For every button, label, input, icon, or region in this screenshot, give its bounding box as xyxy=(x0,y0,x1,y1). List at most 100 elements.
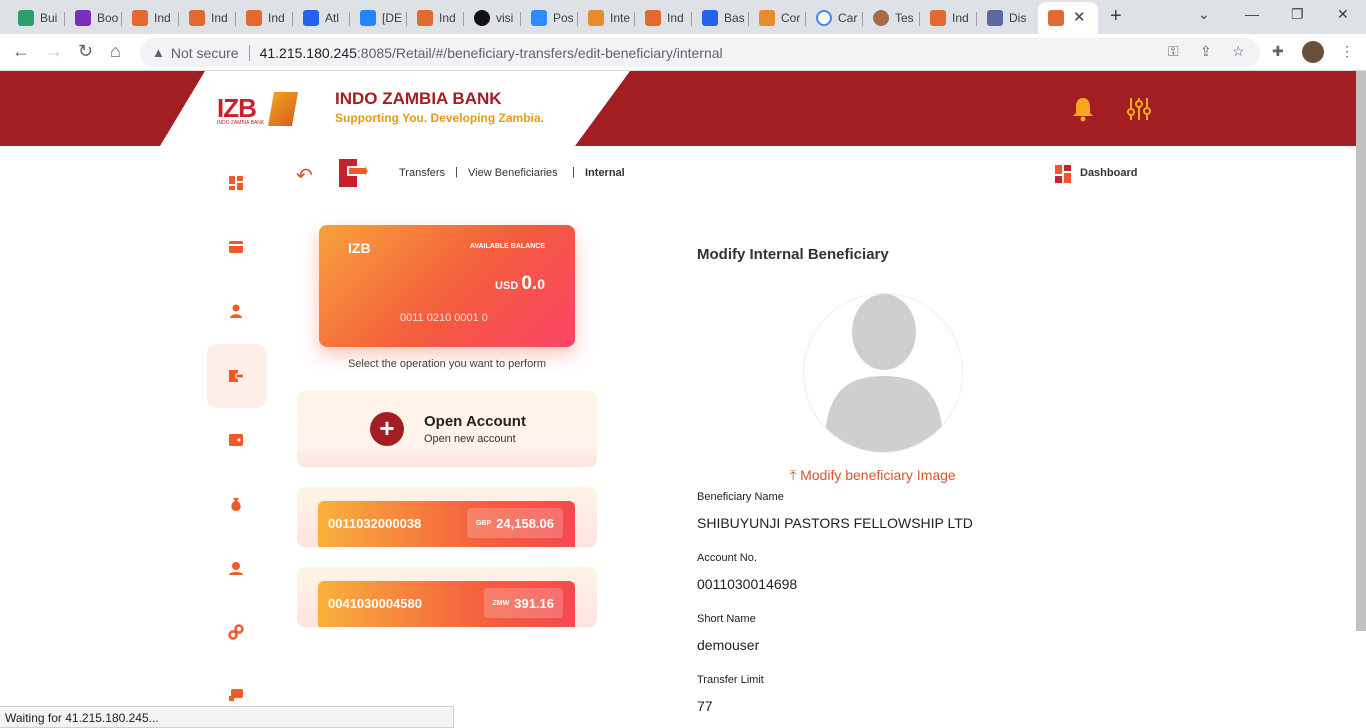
modify-image-link[interactable]: ⤒ Modify beneficiary Image xyxy=(790,467,956,484)
tab-search-icon[interactable]: ⌄ xyxy=(1198,6,1210,23)
user-silhouette-icon xyxy=(824,294,944,452)
tab-favicon-icon xyxy=(645,10,661,26)
tab-favicon-icon xyxy=(189,10,205,26)
browser-tab[interactable]: Ind xyxy=(920,4,977,32)
settings-sliders-icon[interactable] xyxy=(1127,96,1151,122)
star-icon[interactable]: ☆ xyxy=(1232,43,1245,60)
transfer-limit-value: 77 xyxy=(697,698,713,714)
close-window-icon[interactable]: ✕ xyxy=(1337,6,1349,23)
forward-arrow-icon[interactable]: → xyxy=(45,41,63,62)
restore-icon[interactable]: ❐ xyxy=(1291,6,1304,23)
money-bag-icon[interactable] xyxy=(228,496,244,512)
browser-tab[interactable]: Bui xyxy=(8,4,65,32)
browser-tab[interactable]: visi xyxy=(464,4,521,32)
profile-avatar[interactable] xyxy=(1302,41,1324,63)
bank-name: INDO ZAMBIA BANK xyxy=(335,89,502,108)
transfers-section-icon xyxy=(339,159,370,187)
browser-tab[interactable]: Dis xyxy=(977,4,1034,32)
browser-tab[interactable]: Ind xyxy=(635,4,692,32)
user-icon[interactable] xyxy=(228,303,244,319)
url-path: :8085/Retail/#/beneficiary-transfers/edi… xyxy=(356,44,723,61)
back-arrow-icon[interactable]: ← xyxy=(12,41,30,62)
page-scrollbar[interactable] xyxy=(1356,71,1366,631)
browser-tab[interactable]: Ind xyxy=(122,4,179,32)
chat-icon[interactable] xyxy=(228,688,244,704)
bank-tagline: Supporting You. Developing Zambia. xyxy=(335,111,544,125)
short-name-value: demouser xyxy=(697,637,760,653)
shield-icon xyxy=(987,10,1003,26)
github-icon xyxy=(474,10,490,26)
balance-decimal: 0 xyxy=(537,276,545,292)
extensions-icon[interactable]: ✚ xyxy=(1272,43,1284,60)
browser-tab-strip: Bui Boo Ind Ind Ind Atl [DE Ind visi Pos… xyxy=(0,0,1366,34)
account-amount: 391.16 xyxy=(514,595,554,611)
account-no-value: 0011030014698 xyxy=(697,576,798,592)
minimize-icon[interactable]: — xyxy=(1245,6,1259,22)
balance-amount: 0. xyxy=(521,273,538,294)
browser-tab[interactable]: Bas xyxy=(692,4,749,32)
tab-favicon-icon xyxy=(18,10,34,26)
share-icon[interactable]: ⇪ xyxy=(1200,43,1212,60)
browser-tab[interactable]: Boo xyxy=(65,4,122,32)
tab-favicon-icon xyxy=(417,10,433,26)
available-balance-label: AVAILABLE BALANCE xyxy=(469,243,545,250)
home-icon[interactable]: ⌂ xyxy=(110,41,121,62)
wallet-icon[interactable] xyxy=(228,432,244,448)
card-balance: USD 0.0 xyxy=(495,273,545,295)
browser-tab-active[interactable] xyxy=(1038,2,1098,34)
browser-tab[interactable]: Ind xyxy=(407,4,464,32)
tab-favicon-icon xyxy=(759,10,775,26)
breadcrumb-view-beneficiaries[interactable]: View Beneficiaries xyxy=(468,167,558,179)
plus-icon: + xyxy=(370,412,404,446)
account-balance-pill: ZMW 391.16 xyxy=(483,588,563,618)
tab-favicon-icon xyxy=(246,10,262,26)
browser-tab[interactable]: Tes xyxy=(863,4,920,32)
reload-icon[interactable]: ↻ xyxy=(78,41,93,62)
tab-favicon-icon xyxy=(588,10,604,26)
card-account-number: 0011 0210 0001 0 xyxy=(400,312,488,324)
balance-card[interactable]: IZB AVAILABLE BALANCE USD 0.0 0011 0210 … xyxy=(319,225,575,347)
tab-favicon-icon xyxy=(1048,10,1064,26)
dashboard-link[interactable]: Dashboard xyxy=(1080,167,1137,179)
dashboard-icon[interactable] xyxy=(228,175,244,191)
breadcrumb-internal: Internal xyxy=(585,167,625,179)
beneficiary-avatar xyxy=(803,293,963,453)
modify-image-label: Modify beneficiary Image xyxy=(800,467,956,483)
breadcrumb-separator: | xyxy=(572,166,575,178)
open-account-title: Open Account xyxy=(424,413,526,430)
dashboard-link-icon[interactable] xyxy=(1055,165,1071,183)
browser-tab[interactable]: Car xyxy=(806,4,863,32)
card-icon[interactable] xyxy=(228,239,244,255)
account-tile[interactable]: 0011032000038 GBP 24,158.06 xyxy=(318,501,575,547)
browser-tab[interactable]: Ind xyxy=(236,4,293,32)
transfer-icon[interactable] xyxy=(228,368,244,384)
browser-tab[interactable]: Ind xyxy=(179,4,236,32)
back-icon[interactable]: ↶ xyxy=(296,163,313,188)
warning-icon: ▲ xyxy=(152,45,165,60)
close-tab-icon[interactable]: ✕ xyxy=(1073,8,1086,26)
account-tile[interactable]: 0041030004580 ZMW 391.16 xyxy=(318,581,575,627)
new-tab-icon[interactable]: + xyxy=(1110,5,1122,28)
tab-favicon-icon xyxy=(303,10,319,26)
browser-toolbar: ← → ↻ ⌂ ▲ Not secure 41.215.180.245:8085… xyxy=(0,34,1366,71)
bell-icon[interactable] xyxy=(1071,96,1095,122)
breadcrumb-transfers[interactable]: Transfers xyxy=(399,167,445,179)
link-icon[interactable] xyxy=(228,624,244,640)
browser-tab[interactable]: Pos xyxy=(521,4,578,32)
browser-tab[interactable]: [DE xyxy=(350,4,407,32)
browser-tab[interactable]: Cor xyxy=(749,4,806,32)
user-support-icon[interactable] xyxy=(228,560,244,576)
account-currency: ZMW xyxy=(492,599,510,607)
address-bar[interactable]: ▲ Not secure 41.215.180.245:8085/Retail/… xyxy=(140,38,1260,67)
key-icon[interactable]: ⚿ xyxy=(1168,43,1179,60)
browser-tab[interactable]: Inte xyxy=(578,4,635,32)
account-amount: 24,158.06 xyxy=(496,515,554,531)
breadcrumb-separator: | xyxy=(455,166,458,178)
browser-tab[interactable]: Atl xyxy=(293,4,350,32)
transfer-limit-label: Transfer Limit xyxy=(697,674,764,686)
tab-favicon-icon xyxy=(930,10,946,26)
upload-icon: ⤒ xyxy=(790,467,797,483)
tab-favicon-icon xyxy=(873,10,889,26)
balance-currency: USD xyxy=(495,280,519,292)
menu-icon[interactable]: ⋮ xyxy=(1340,43,1354,60)
